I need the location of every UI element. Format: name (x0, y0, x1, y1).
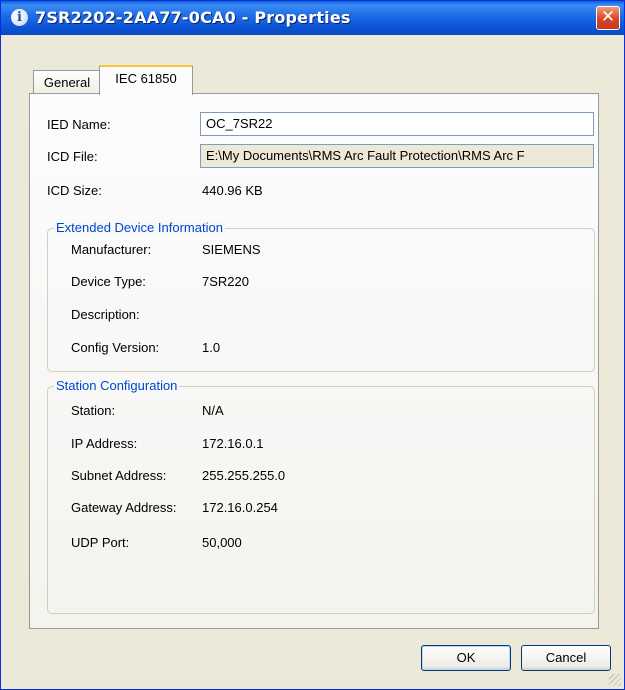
device-type-value: 7SR220 (202, 274, 249, 289)
station-label: Station: (71, 403, 116, 418)
station-configuration-group: Station Configuration Station: N/A IP Ad… (47, 378, 595, 614)
ied-name-label: IED Name: (47, 117, 111, 132)
manufacturer-label: Manufacturer: (71, 242, 152, 257)
close-button[interactable]: ✕ (596, 6, 620, 30)
tab-iec-61850[interactable]: IEC 61850 (99, 65, 193, 95)
icd-size-value: 440.96 KB (202, 183, 263, 198)
device-type-label: Device Type: (71, 274, 146, 289)
config-version-label: Config Version: (71, 340, 160, 355)
cancel-button[interactable]: Cancel (521, 645, 611, 671)
ied-name-field[interactable]: OC_7SR22 (200, 112, 594, 136)
ip-address-value: 172.16.0.1 (202, 436, 264, 451)
close-icon: ✕ (600, 7, 616, 27)
udp-port-value: 50,000 (202, 535, 242, 550)
window-title: 7SR2202-2AA77-0CA0 - Properties (35, 8, 351, 27)
title-bar[interactable]: i 7SR2202-2AA77-0CA0 - Properties ✕ (1, 1, 624, 35)
station-configuration-title: Station Configuration (54, 378, 180, 393)
description-label: Description: (71, 307, 140, 322)
resize-grip[interactable] (609, 674, 621, 686)
config-version-value: 1.0 (202, 340, 221, 355)
properties-dialog: i 7SR2202-2AA77-0CA0 - Properties ✕ Gene… (0, 0, 625, 690)
udp-port-label: UDP Port: (71, 535, 130, 550)
gateway-address-label: Gateway Address: (71, 500, 177, 515)
icd-size-label: ICD Size: (47, 183, 102, 198)
tab-general[interactable]: General (33, 70, 101, 94)
extended-device-info-title: Extended Device Information (54, 220, 225, 235)
icd-file-field[interactable]: E:\My Documents\RMS Arc Fault Protection… (200, 144, 594, 168)
ip-address-label: IP Address: (71, 436, 138, 451)
ok-button[interactable]: OK (421, 645, 511, 671)
subnet-address-value: 255.255.255.0 (202, 468, 286, 483)
tab-panel-iec-61850: IED Name: OC_7SR22 ICD File: E:\My Docum… (29, 93, 599, 629)
manufacturer-value: SIEMENS (202, 242, 261, 257)
extended-device-info-group: Extended Device Information Manufacturer… (47, 220, 595, 372)
info-icon: i (11, 9, 28, 26)
gateway-address-value: 172.16.0.254 (202, 500, 278, 515)
subnet-address-label: Subnet Address: (71, 468, 167, 483)
icd-file-label: ICD File: (47, 149, 98, 164)
station-value: N/A (202, 403, 224, 418)
